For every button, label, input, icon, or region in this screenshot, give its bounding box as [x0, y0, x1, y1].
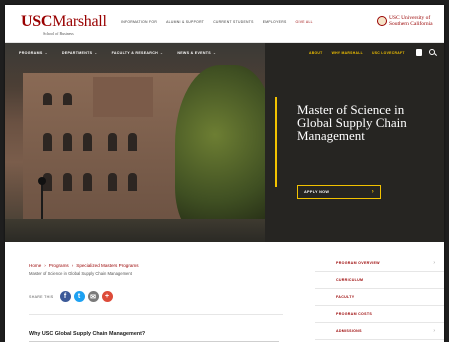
program-sidebar: PROGRAM OVERVIEW › CURRICULUM FACULTY PRO… [315, 255, 444, 340]
share-plus-icon[interactable]: + [101, 291, 113, 302]
sidebar-item-program-costs[interactable]: PROGRAM COSTS [315, 306, 444, 323]
divider [29, 314, 283, 315]
apply-now-button[interactable]: APPLY NOW › [297, 185, 381, 199]
facebook-icon[interactable]: f [59, 291, 71, 302]
hero-banner: PROGRAMS ⌄ DEPARTMENTS ⌄ FACULTY & RESEARC… [5, 43, 444, 242]
main-content: Home › Programs › Specialized Masters Progra… [5, 242, 444, 342]
logo-subtitle: School of Business [43, 31, 74, 36]
search-icon[interactable] [429, 49, 435, 55]
lamp-post [38, 177, 46, 223]
nav-usc-lovecraft[interactable]: USC LOVECRAFT [372, 51, 405, 55]
logo-prefix: USC [21, 13, 53, 30]
chevron-right-icon: › [433, 328, 435, 334]
nav-faculty-research[interactable]: FACULTY & RESEARCH ⌄ [112, 51, 164, 55]
sidebar-item-program-overview[interactable]: PROGRAM OVERVIEW › [315, 255, 444, 272]
chevron-right-icon: › [371, 189, 374, 195]
nav-departments[interactable]: DEPARTMENTS ⌄ [62, 51, 98, 55]
sidebar-item-faculty[interactable]: FACULTY [315, 289, 444, 306]
nav-right-links: ABOUT WHY MARSHALL USC LOVECRAFT [309, 43, 405, 63]
chevron-down-icon: ⌄ [160, 51, 164, 55]
calendar-icon[interactable] [416, 49, 422, 56]
browser-page: USCMarshall School of Business INFORMATI… [5, 5, 444, 342]
utility-links: INFORMATION FOR ALUMNI & SUPPORT CURRENT… [121, 20, 313, 24]
section-heading: Why USC Global Supply Chain Management? [29, 331, 146, 337]
usc-seal-icon [377, 16, 387, 26]
twitter-icon[interactable]: t [73, 291, 85, 302]
sidebar-item-admissions[interactable]: ADMISSIONS › [315, 323, 444, 340]
chevron-right-icon: › [433, 260, 435, 266]
tree [175, 65, 275, 240]
share-bar: SHARE THIS f t ✉ + [29, 291, 113, 302]
chevron-down-icon: ⌄ [212, 51, 217, 55]
chevron-down-icon: ⌄ [44, 51, 48, 55]
top-header: USCMarshall School of Business INFORMATI… [5, 5, 444, 43]
breadcrumb-current: Master of Science in Global Supply Chain… [29, 271, 132, 276]
top-link-current-students[interactable]: CURRENT STUDENTS [213, 20, 254, 24]
chevron-down-icon: ⌄ [94, 51, 98, 55]
campus-photo [5, 43, 275, 242]
email-icon[interactable]: ✉ [87, 291, 99, 302]
nav-news-events[interactable]: NEWS & EVENTS ⌄ [177, 51, 216, 55]
usc-marshall-logo[interactable]: USCMarshall School of Business [21, 13, 107, 37]
nav-about[interactable]: ABOUT [309, 51, 323, 55]
accent-divider [275, 97, 277, 187]
breadcrumb-programs[interactable]: Programs [49, 263, 69, 268]
apply-now-label: APPLY NOW [304, 190, 330, 194]
breadcrumb-home[interactable]: Home [29, 263, 41, 268]
share-label: SHARE THIS [29, 294, 54, 299]
nav-why-marshall[interactable]: WHY MARSHALL [332, 51, 363, 55]
logo-name: Marshall [52, 13, 107, 30]
top-link-employers[interactable]: EMPLOYERS [263, 20, 287, 24]
usc-university-logo[interactable]: USC University of Southern California [377, 15, 433, 27]
hero-title: Master of Science in Global Supply Chain… [297, 102, 407, 143]
top-link-give[interactable]: GIVE ALL [296, 20, 313, 24]
breadcrumb: Home › Programs › Specialized Masters Progra… [29, 263, 139, 268]
top-link-alumni-support[interactable]: ALUMNI & SUPPORT [166, 20, 204, 24]
nav-programs[interactable]: PROGRAMS ⌄ [19, 51, 48, 55]
sidebar-item-curriculum[interactable]: CURRICULUM [315, 272, 444, 289]
breadcrumb-specialized-masters[interactable]: Specialized Masters Programs [76, 263, 138, 268]
top-link-information-for[interactable]: INFORMATION FOR [121, 20, 157, 24]
usc-logo-line2: Southern California [389, 21, 433, 27]
